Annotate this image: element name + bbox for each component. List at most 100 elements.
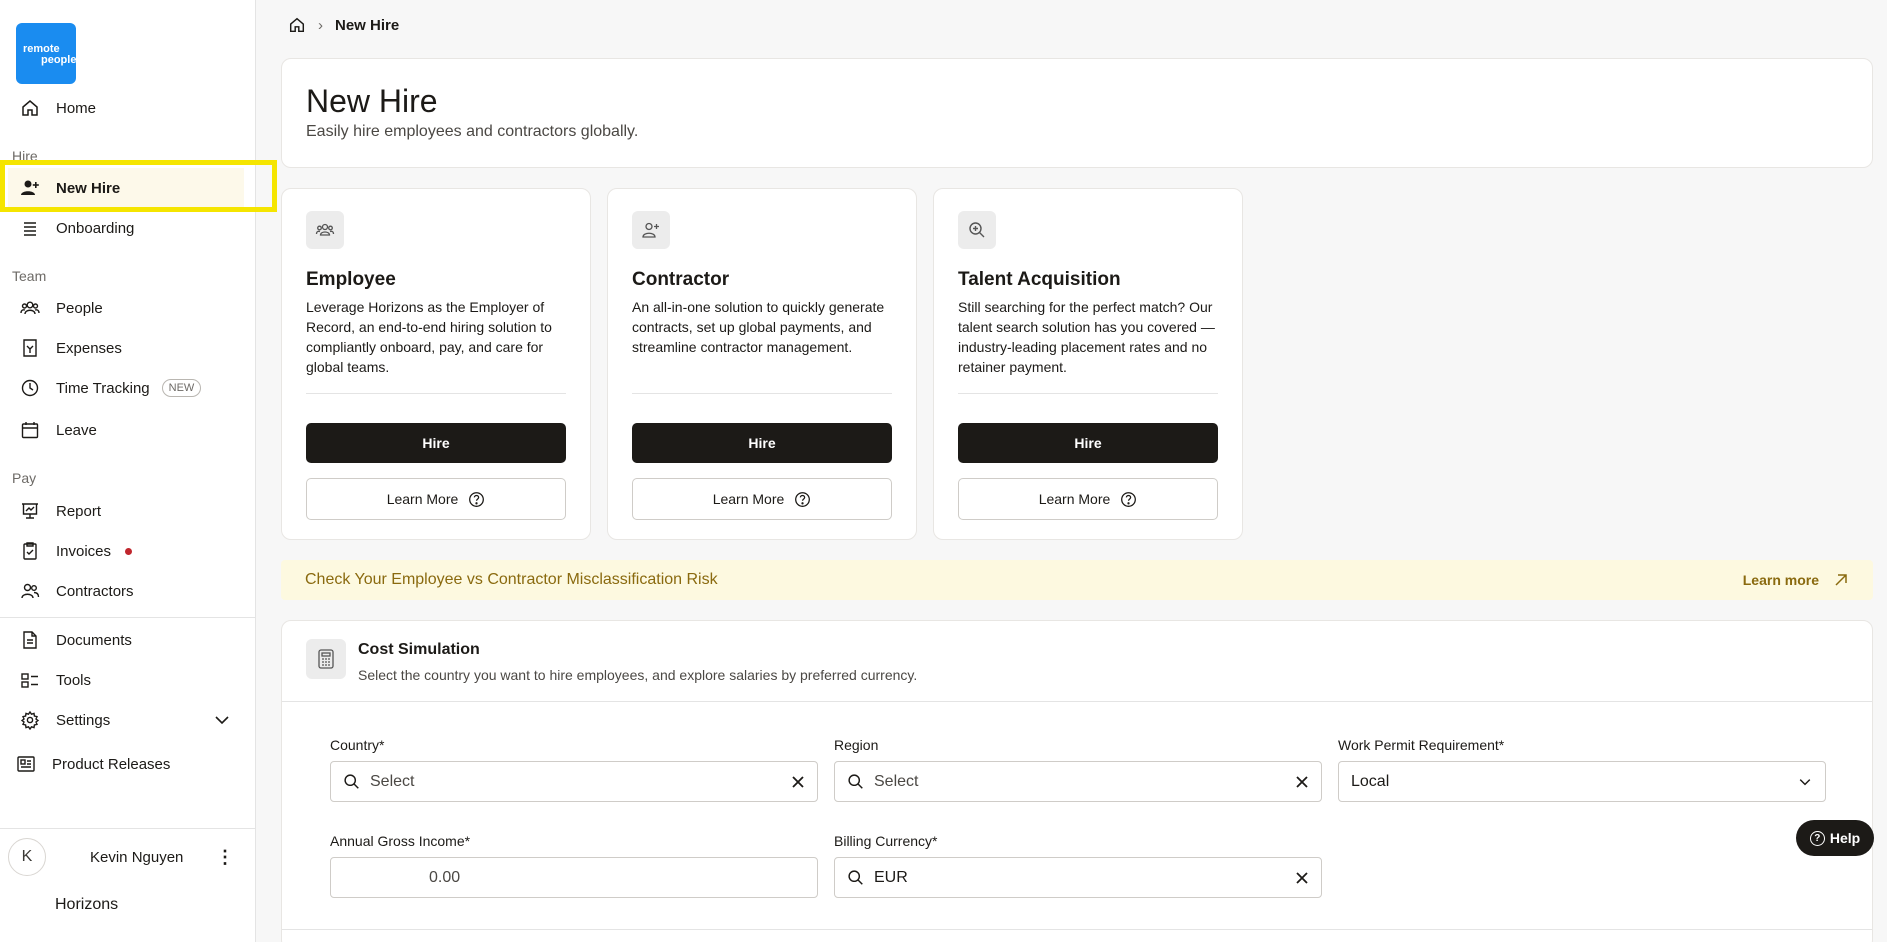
section-title: Cost Simulation [358, 641, 480, 658]
help-circle-icon [795, 491, 811, 507]
sidebar-item-invoices[interactable]: Invoices [12, 531, 248, 571]
calculator-icon [306, 639, 346, 679]
sidebar-item-label: Onboarding [56, 219, 135, 237]
chevron-down-icon [1799, 778, 1811, 785]
card-description: Still searching for the perfect match? O… [958, 299, 1215, 375]
banner-text: Check Your Employee vs Contractor Miscla… [305, 571, 718, 588]
banner-learn-more-link[interactable]: Learn more [1743, 572, 1849, 588]
region-select[interactable]: Select [834, 761, 1322, 802]
add-user-icon [632, 211, 670, 249]
section-divider [282, 701, 1872, 702]
company-name: Horizons [55, 896, 119, 913]
select-value: Local [1351, 772, 1390, 790]
notification-dot [125, 547, 133, 555]
calendar-icon [21, 422, 39, 439]
work-permit-label: Work Permit Requirement* [1338, 737, 1505, 753]
section-divider [282, 929, 1872, 930]
chevron-down-icon[interactable] [212, 710, 232, 730]
clear-icon[interactable] [791, 775, 805, 789]
presentation-chart-icon [22, 503, 38, 519]
card-divider [306, 393, 566, 394]
hire-contractor-button[interactable]: Hire [632, 423, 892, 463]
misclassification-banner: Check Your Employee vs Contractor Miscla… [281, 560, 1873, 600]
help-icon: ? [1809, 830, 1825, 846]
select-value: EUR [874, 868, 908, 886]
card-contractor: Contractor An all-in-one solution to qui… [607, 188, 917, 540]
sidebar-item-label: Documents [56, 631, 132, 649]
sidebar-divider [0, 617, 256, 618]
sidebar-item-people[interactable]: People [12, 288, 248, 328]
user-name: Kevin Nguyen [90, 848, 184, 866]
help-circle-icon [1121, 491, 1137, 507]
chevron-right-icon: › [318, 16, 323, 34]
card-title: Employee [306, 269, 396, 290]
help-circle-icon [469, 491, 485, 507]
annual-income-label: Annual Gross Income* [330, 833, 471, 849]
search-icon [344, 774, 359, 789]
list-icon [24, 222, 36, 236]
home-icon[interactable] [288, 16, 306, 34]
card-description: Leverage Horizons as the Employer of Rec… [306, 299, 552, 375]
country-select[interactable]: Select [330, 761, 818, 802]
select-placeholder: Select [370, 772, 415, 790]
sidebar-item-label: Expenses [56, 339, 122, 357]
card-divider [958, 393, 1218, 394]
arrow-up-right-icon [1835, 574, 1847, 586]
learn-more-employee-button[interactable]: Learn More [306, 478, 566, 520]
logo-text-line2: people [41, 54, 77, 66]
contractors-icon [21, 583, 40, 599]
sidebar-item-time-tracking[interactable]: Time Tracking NEW [12, 368, 248, 408]
sidebar-item-contractors[interactable]: Contractors [12, 571, 248, 611]
billing-currency-label: Billing Currency* [834, 833, 938, 849]
zoom-in-icon [958, 211, 996, 249]
more-options-icon[interactable]: ⋮ [216, 847, 234, 868]
annual-income-input[interactable]: 0.00 [330, 857, 818, 898]
button-label: Learn More [386, 491, 459, 507]
highlight-box [0, 160, 277, 212]
section-label-pay: Pay [12, 470, 37, 486]
sidebar-item-onboarding[interactable]: Onboarding [12, 208, 248, 248]
clock-icon [21, 379, 39, 397]
help-label: Help [1829, 830, 1861, 846]
page-header: New Hire Easily hire employees and contr… [281, 58, 1873, 168]
work-permit-select[interactable]: Local [1338, 761, 1826, 802]
billing-currency-select[interactable]: EUR [834, 857, 1322, 898]
search-icon [848, 774, 863, 789]
section-subtitle: Select the country you want to hire empl… [358, 667, 918, 683]
card-divider [632, 393, 892, 394]
sidebar-item-tools[interactable]: Tools [12, 660, 248, 700]
sidebar-item-label: Time Tracking [56, 379, 150, 397]
button-label: Learn More [712, 491, 785, 507]
sidebar-item-label: Home [56, 99, 97, 117]
region-label: Region [834, 737, 879, 753]
help-button[interactable]: ? Help [1796, 820, 1874, 856]
sidebar-item-report[interactable]: Report [12, 491, 248, 531]
hire-talent-button[interactable]: Hire [958, 423, 1218, 463]
card-title: Contractor [632, 269, 730, 290]
hire-employee-button[interactable]: Hire [306, 423, 566, 463]
section-label-team: Team [12, 268, 47, 284]
learn-more-talent-button[interactable]: Learn More [958, 478, 1218, 520]
company-logo[interactable]: remote people [16, 23, 76, 84]
avatar[interactable]: K [8, 838, 46, 876]
clear-icon[interactable] [1295, 871, 1309, 885]
sidebar-item-expenses[interactable]: Expenses [12, 328, 248, 368]
card-talent-acquisition: Talent Acquisition Still searching for t… [933, 188, 1243, 540]
country-label: Country* [330, 737, 385, 753]
tools-icon [21, 673, 38, 688]
clear-icon[interactable] [1295, 775, 1309, 789]
sidebar-item-settings[interactable]: Settings [12, 700, 248, 740]
sidebar-item-product-releases[interactable]: Product Releases [12, 744, 248, 784]
input-value: 0.00 [429, 868, 461, 886]
sidebar-item-leave[interactable]: Leave [12, 410, 248, 450]
breadcrumb: › New Hire [288, 16, 399, 34]
document-icon [23, 631, 37, 649]
receipt-icon [23, 339, 37, 357]
sidebar-item-home[interactable]: Home [12, 88, 248, 128]
newspaper-icon [17, 756, 35, 772]
learn-more-contractor-button[interactable]: Learn More [632, 478, 892, 520]
invoice-icon [23, 542, 37, 560]
card-description: An all-in-one solution to quickly genera… [632, 299, 885, 355]
user-menu[interactable]: K Kevin Nguyen ⋮ [8, 838, 248, 876]
sidebar-item-documents[interactable]: Documents [12, 620, 248, 660]
